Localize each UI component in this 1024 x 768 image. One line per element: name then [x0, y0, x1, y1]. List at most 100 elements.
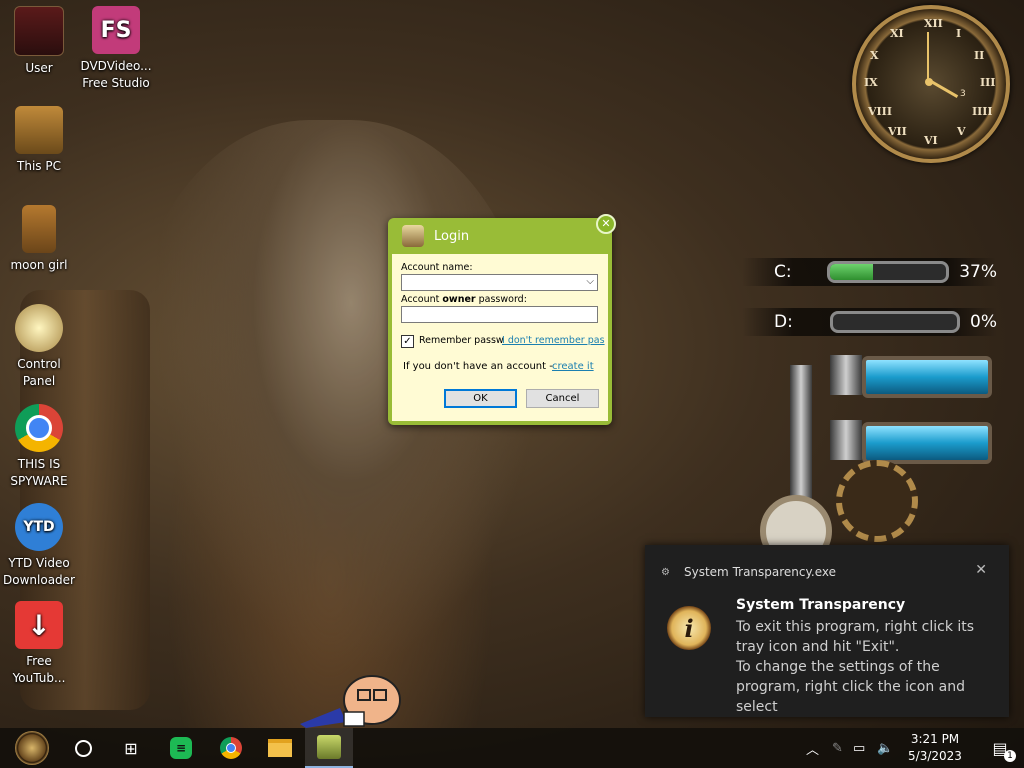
- clock-numeral: III: [980, 76, 996, 89]
- cartoon-character: [300, 675, 401, 728]
- chrome-icon: [220, 737, 242, 759]
- pen-icon: ✎: [832, 740, 843, 756]
- drive-percent: 0%: [970, 312, 997, 332]
- drive-percent: 37%: [959, 262, 997, 282]
- clock-numeral: X: [870, 49, 879, 62]
- login-title: Login: [434, 228, 470, 244]
- taskbar-clock[interactable]: 3:21 PM 5/3/2023: [900, 731, 970, 765]
- desktop-icon-dvdvideo[interactable]: FS DVDVideo... Free Studio: [78, 6, 154, 92]
- user-icon: [14, 6, 64, 56]
- app-tray-icon: ⚙: [661, 567, 670, 578]
- clock-numeral: VII: [888, 125, 907, 138]
- taskbar-app-explorer[interactable]: [256, 728, 304, 768]
- login-dialog: Login ✕ Account name: ⌵ Account owner pa…: [388, 214, 616, 425]
- free-studio-icon: FS: [92, 6, 140, 54]
- desktop-icon-this-pc[interactable]: This PC: [1, 106, 77, 175]
- download-arrow-icon: ↓: [15, 601, 63, 649]
- desktop-icon-label: YTD Video Downloader: [3, 556, 75, 587]
- taskbar-date: 5/3/2023: [908, 749, 962, 763]
- desktop-icon-label: DVDVideo... Free Studio: [80, 59, 152, 90]
- close-button[interactable]: ✕: [596, 214, 616, 234]
- info-icon: i: [667, 606, 711, 650]
- drive-usage-bar: [830, 311, 961, 333]
- password-label-part: Account: [401, 294, 443, 305]
- toast-close-button[interactable]: ✕: [975, 562, 987, 578]
- taskbar: ⊞ ≡ ︿ ✎ ▭ 🔈 3:21 PM 5/3/2023 ▤ 1: [0, 728, 1024, 768]
- search-button[interactable]: [59, 728, 107, 768]
- lightbulb-icon: [15, 304, 63, 352]
- computer-icon: [15, 106, 63, 154]
- drive-meter-d[interactable]: D: 0%: [742, 308, 997, 336]
- tray-pen-icon[interactable]: ✎: [832, 728, 843, 768]
- action-center-button[interactable]: ▤ 1: [976, 728, 1024, 768]
- ytd-icon: YTD: [15, 503, 63, 551]
- clock-numeral: I: [956, 27, 962, 40]
- remember-password-checkbox[interactable]: ✓: [401, 335, 414, 348]
- drive-usage-fill: [829, 264, 873, 280]
- task-view-button[interactable]: ⊞: [107, 728, 155, 768]
- chevron-down-icon[interactable]: ⌵: [586, 276, 594, 287]
- clock-numeral: XII: [924, 17, 943, 30]
- start-orb-icon: [15, 731, 49, 765]
- tray-overflow-button[interactable]: ︿: [806, 728, 819, 768]
- app-logo-icon: [402, 225, 424, 247]
- ok-button[interactable]: OK: [444, 389, 517, 408]
- cancel-button[interactable]: Cancel: [526, 389, 599, 408]
- taskbar-app-chrome[interactable]: [207, 728, 255, 768]
- desktop-icon-moon-girl[interactable]: moon girl: [1, 205, 77, 274]
- book-icon: [22, 205, 56, 253]
- clock-numeral: XI: [890, 27, 904, 40]
- desktop-icon-label: This PC: [17, 159, 61, 173]
- start-button[interactable]: [8, 728, 56, 768]
- search-circle-icon: [74, 739, 92, 757]
- desktop-icon-control-panel[interactable]: Control Panel: [1, 304, 77, 390]
- clock-hour-hand: [929, 79, 959, 98]
- gauge-tube: [862, 422, 992, 464]
- taskbar-time: 3:21 PM: [910, 732, 960, 746]
- desktop-icon-label: User: [25, 61, 53, 75]
- desktop-icon-free-youtube[interactable]: ↓ Free YouTub...: [1, 601, 77, 687]
- password-label-part: password:: [475, 294, 527, 305]
- toast-app-name: System Transparency.exe: [684, 565, 836, 579]
- login-app-icon: [317, 735, 341, 759]
- drive-meter-c[interactable]: C: 37%: [742, 258, 997, 286]
- clock-numeral: VI: [924, 134, 938, 147]
- drive-usage-bar: [826, 261, 950, 283]
- chevron-up-icon: ︿: [806, 742, 820, 758]
- notification-toast[interactable]: ⚙ System Transparency.exe ✕ i System Tra…: [645, 545, 1009, 717]
- drive-label: C:: [774, 262, 792, 282]
- taskbar-app-green[interactable]: ≡: [157, 728, 205, 768]
- gear-icon: [836, 460, 918, 542]
- chat-app-icon: ≡: [170, 737, 192, 759]
- desktop-icon-ytd[interactable]: YTD YTD Video Downloader: [1, 503, 77, 589]
- pipe-decoration: [830, 355, 862, 395]
- clock-center: [925, 78, 933, 86]
- tray-network-button[interactable]: ▭: [853, 728, 865, 768]
- desktop-icon-label: Free YouTub...: [12, 654, 66, 685]
- toast-line: To change the settings of the program, r…: [736, 659, 965, 715]
- password-field[interactable]: [401, 306, 598, 323]
- toast-title: System Transparency: [736, 597, 906, 613]
- password-label: Account owner password:: [401, 294, 527, 305]
- clock-minute-hand: [927, 32, 929, 82]
- desktop-icon-label: moon girl: [10, 258, 68, 272]
- remember-password-label[interactable]: Remember passw: [419, 335, 504, 346]
- folder-icon: [268, 739, 292, 757]
- desktop-icon-spyware[interactable]: THIS IS SPYWARE: [1, 404, 77, 490]
- toast-body: To exit this program, right click its tr…: [736, 617, 1001, 717]
- desktop-icon-user[interactable]: User: [1, 6, 77, 77]
- login-body: Account name: ⌵ Account owner password: …: [392, 254, 608, 421]
- close-icon: ✕: [975, 562, 987, 578]
- taskbar-app-login[interactable]: [305, 728, 353, 768]
- checkmark-icon: ✓: [403, 336, 412, 347]
- desktop-icon-label: Control Panel: [17, 357, 61, 388]
- forgot-password-link[interactable]: I don't remember pas: [502, 335, 605, 346]
- account-name-combobox[interactable]: ⌵: [401, 274, 598, 291]
- tray-volume-button[interactable]: 🔈: [877, 728, 893, 768]
- create-account-link[interactable]: create it: [552, 361, 594, 372]
- pipe-decoration: [830, 420, 862, 460]
- clock-widget[interactable]: XII I II III IIII V VI VII VIII IX X XI …: [852, 5, 1010, 163]
- gauge-tube: [862, 356, 992, 398]
- wallpaper-figure: [120, 120, 540, 730]
- no-account-text: If you don't have an account -: [403, 361, 553, 372]
